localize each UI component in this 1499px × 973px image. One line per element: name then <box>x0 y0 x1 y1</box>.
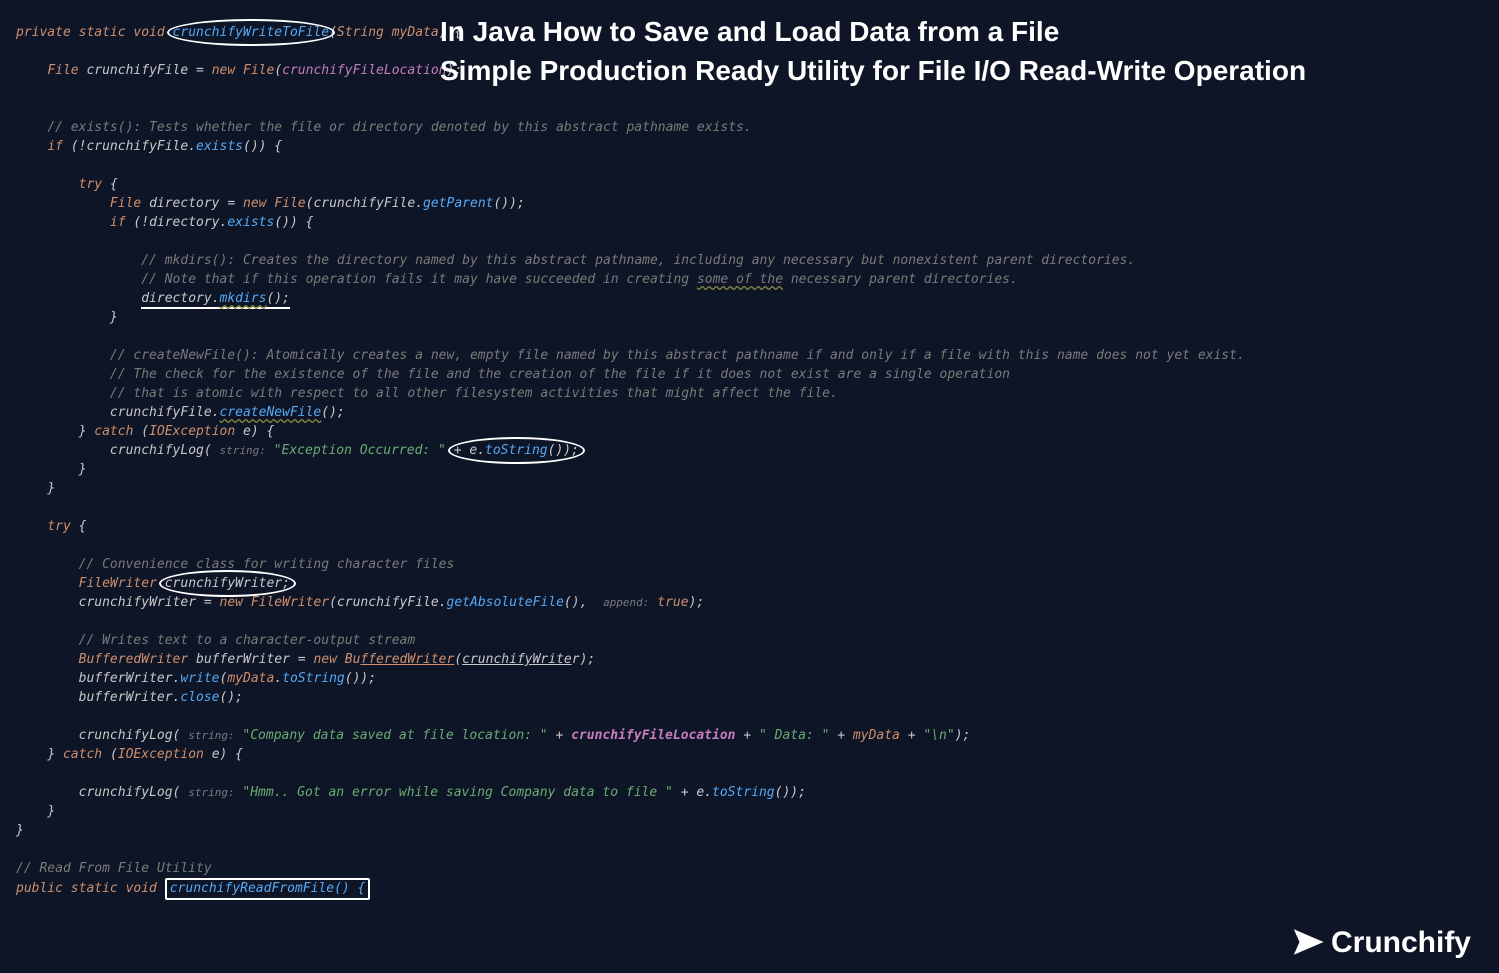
circle-tostring: + e.toString()); <box>454 441 579 460</box>
brand-text: Crunchify <box>1331 933 1471 952</box>
underline-mkdirs: directory.mkdirs(); <box>141 291 290 309</box>
code-editor: private static void crunchifyWriteToFile… <box>0 0 1499 900</box>
circle-writer-var: crunchifyWriter; <box>165 574 290 593</box>
send-icon <box>1291 925 1325 959</box>
title-line-1: In Java How to Save and Load Data from a… <box>440 14 1469 49</box>
title-overlay: In Java How to Save and Load Data from a… <box>440 14 1469 88</box>
circle-method-name: crunchifyWriteToFile <box>173 23 330 42</box>
title-line-2: Simple Production Ready Utility for File… <box>440 53 1469 88</box>
brand-logo: Crunchify <box>1291 925 1471 959</box>
box-read-method: crunchifyReadFromFile() { <box>165 878 371 900</box>
